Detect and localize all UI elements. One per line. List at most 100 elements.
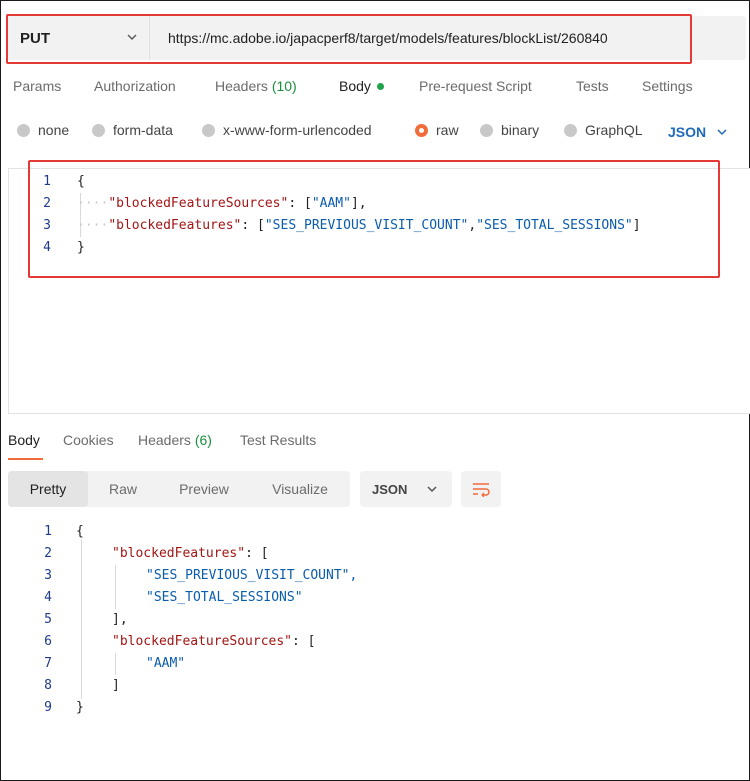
code-token: "SES_TOTAL_SESSIONS" — [476, 218, 633, 233]
tab-label: Headers — [138, 432, 191, 448]
wrap-lines-button[interactable] — [461, 471, 501, 507]
radio-circle — [564, 123, 577, 137]
radio-label: x-www-form-urlencoded — [223, 122, 372, 138]
code-token: { — [77, 174, 85, 189]
request-body-editor[interactable]: 1 2 3 4 { ····"blockedFeatureSources": [… — [8, 168, 750, 414]
code-line: } — [76, 697, 84, 719]
chevron-down-icon — [427, 486, 437, 493]
code-token: ] — [112, 678, 120, 693]
code-token: [ — [303, 196, 312, 211]
tab-params[interactable]: Params — [13, 78, 61, 94]
response-tab-headers[interactable]: Headers (6) — [138, 432, 212, 448]
radio-binary[interactable]: binary — [480, 122, 539, 138]
code-token: [ — [257, 218, 265, 233]
code-token: "blockedFeatures" — [108, 218, 242, 233]
view-preview-button[interactable]: Preview — [158, 471, 250, 507]
code-token: } — [76, 700, 84, 715]
line-number: 2 — [44, 546, 52, 561]
line-number: 8 — [44, 678, 52, 693]
request-bar: PUT https://mc.adobe.io/japacperf8/targe… — [6, 16, 746, 60]
code-token: "blockedFeatureSources" — [108, 196, 289, 211]
request-tabs: Params Authorization Headers (10) Body P… — [0, 78, 750, 104]
code-token: ] — [350, 196, 359, 211]
view-pretty-button[interactable]: Pretty — [8, 471, 88, 507]
line-number: 5 — [44, 612, 52, 627]
body-type-group: none form-data x-www-form-urlencoded raw… — [0, 122, 750, 146]
line-number: 3 — [44, 568, 52, 583]
tab-label: Body — [339, 78, 371, 94]
line-number: 1 — [43, 174, 51, 189]
tab-label: Pre-request Script — [419, 78, 532, 94]
tab-pre-request-script[interactable]: Pre-request Script — [419, 78, 532, 94]
active-tab-underline — [8, 458, 43, 460]
radio-form-data[interactable]: form-data — [92, 122, 173, 138]
line-number: 4 — [44, 590, 52, 605]
tab-settings[interactable]: Settings — [642, 78, 693, 94]
tab-label: Headers — [215, 78, 268, 94]
indent-guide — [115, 565, 116, 609]
response-body-viewer[interactable]: 1 2 3 4 5 6 7 8 9 { "blockedFeatures": [… — [0, 521, 750, 721]
line-number: 4 — [43, 240, 51, 255]
view-visualize-button[interactable]: Visualize — [250, 471, 350, 507]
radio-graphql[interactable]: GraphQL — [564, 122, 643, 138]
code-token: ], — [112, 612, 128, 627]
radio-circle — [202, 123, 215, 137]
radio-circle — [92, 123, 105, 137]
headers-count: (10) — [271, 78, 297, 94]
radio-raw[interactable]: raw — [415, 122, 459, 138]
tab-label: Tests — [576, 78, 609, 94]
radio-label: GraphQL — [585, 122, 643, 138]
code-line: { — [76, 521, 84, 543]
code-line: } — [77, 237, 85, 259]
radio-label: form-data — [113, 122, 173, 138]
tab-label: Settings — [642, 78, 693, 94]
response-tab-cookies[interactable]: Cookies — [63, 432, 114, 448]
chevron-down-icon — [717, 129, 727, 136]
code-token: : — [292, 634, 308, 649]
chevron-down-icon — [127, 34, 137, 40]
code-line: "blockedFeatureSources": [ — [112, 631, 316, 653]
code-line: ····"blockedFeatures": ["SES_PREVIOUS_VI… — [77, 215, 641, 237]
response-format-select[interactable]: JSON — [360, 471, 452, 507]
tab-tests[interactable]: Tests — [576, 78, 609, 94]
line-number: 2 — [43, 196, 51, 211]
radio-x-www-form-urlencoded[interactable]: x-www-form-urlencoded — [202, 122, 372, 138]
response-tab-body[interactable]: Body — [8, 432, 40, 448]
view-raw-button[interactable]: Raw — [88, 471, 158, 507]
code-token: "AAM" — [311, 196, 351, 211]
response-tab-test-results[interactable]: Test Results — [240, 432, 316, 448]
code-token: [ — [307, 634, 316, 649]
code-line: "blockedFeatures": [ — [112, 543, 269, 565]
url-input[interactable]: https://mc.adobe.io/japacperf8/target/mo… — [168, 16, 608, 60]
method-label: PUT — [20, 29, 50, 47]
tab-label: Cookies — [63, 432, 114, 448]
line-number: 7 — [44, 656, 52, 671]
line-number: 6 — [44, 634, 52, 649]
tab-body[interactable]: Body — [339, 78, 384, 94]
tab-label: Params — [13, 78, 62, 94]
indent-guide — [81, 539, 82, 699]
code-line: ····"blockedFeatureSources": ["AAM"], — [77, 193, 367, 215]
radio-none[interactable]: none — [17, 122, 69, 138]
code-token: : — [288, 196, 304, 211]
response-view-group: Pretty Raw Preview Visualize — [8, 471, 350, 507]
raw-format-select[interactable]: JSON — [668, 124, 728, 140]
code-token: "SES_TOTAL_SESSIONS" — [146, 590, 303, 605]
raw-format-label: JSON — [668, 124, 707, 140]
whitespace-dots: ···· — [77, 218, 109, 233]
radio-label: none — [38, 122, 70, 138]
dot-icon — [376, 82, 384, 90]
response-format-label: JSON — [372, 481, 408, 497]
radio-label: raw — [436, 122, 459, 138]
headers-count: (6) — [194, 432, 212, 448]
tab-headers[interactable]: Headers (10) — [215, 78, 297, 94]
response-tabs: Body Cookies Headers (6) Test Results — [0, 432, 750, 462]
tab-label: Test Results — [240, 432, 317, 448]
code-token: : — [241, 218, 258, 233]
code-line: "AAM" — [146, 653, 185, 675]
radio-circle — [480, 123, 493, 137]
code-line: "SES_TOTAL_SESSIONS" — [146, 587, 303, 609]
method-select[interactable]: PUT — [6, 16, 150, 60]
radio-circle-selected — [415, 123, 428, 137]
tab-authorization[interactable]: Authorization — [94, 78, 176, 94]
